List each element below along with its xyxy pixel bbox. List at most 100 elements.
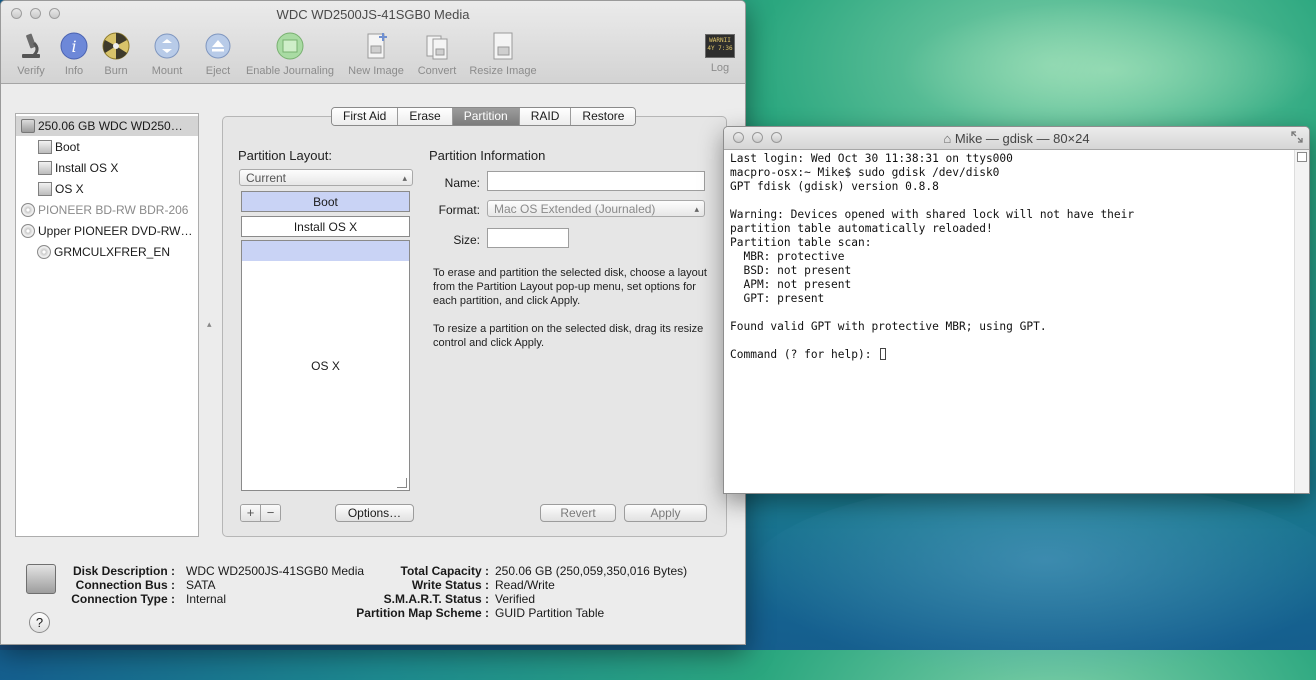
- toolbar-burn-label: Burn: [104, 65, 128, 77]
- partition-install-osx[interactable]: Install OS X: [241, 216, 410, 237]
- partition-layout-map: Boot Install OS X OS X: [241, 191, 410, 491]
- partition-layout-label: Partition Layout:: [238, 148, 332, 163]
- svg-text:i: i: [71, 37, 76, 56]
- text-cursor: [880, 348, 887, 360]
- tab-bar: First Aid Erase Partition RAID Restore: [331, 107, 637, 126]
- resize-image-icon: [493, 32, 513, 60]
- remove-partition-button[interactable]: −: [261, 505, 280, 521]
- partition-osx-label: OS X: [311, 359, 340, 373]
- name-field[interactable]: [487, 171, 705, 191]
- tab-first-aid[interactable]: First Aid: [332, 108, 399, 125]
- sidebar-item-label: 250.06 GB WDC WD250…: [38, 119, 183, 133]
- info-icon: i: [60, 32, 88, 60]
- format-label: Format:: [438, 203, 480, 217]
- toolbar-burn[interactable]: Burn: [101, 31, 131, 77]
- partition-map-scheme-key: Partition Map Scheme :: [356, 606, 489, 620]
- disc-icon: [37, 245, 51, 259]
- partition-selection: [242, 241, 409, 261]
- terminal-line: GPT: present: [730, 292, 825, 305]
- volume-icon: [38, 161, 52, 175]
- toolbar-convert[interactable]: Convert: [415, 31, 459, 77]
- fullscreen-icon[interactable]: [1291, 131, 1303, 143]
- terminal-title-text: Mike — gdisk — 80×24: [954, 131, 1090, 146]
- sidebar-item-install-osx[interactable]: Install OS X: [38, 158, 118, 178]
- sidebar-item-osx[interactable]: OS X: [38, 179, 84, 199]
- sidebar-item-boot[interactable]: Boot: [38, 137, 80, 157]
- tab-restore[interactable]: Restore: [571, 108, 636, 125]
- toolbar-info-label: Info: [64, 65, 84, 77]
- connection-type-value: Internal: [186, 592, 227, 606]
- size-field[interactable]: [487, 228, 569, 248]
- terminal-scrollbar[interactable]: [1294, 150, 1309, 493]
- home-icon: ⌂: [943, 131, 952, 146]
- toolbar-mount[interactable]: Mount: [148, 31, 186, 77]
- tab-erase[interactable]: Erase: [398, 108, 453, 125]
- journaling-icon: [276, 32, 304, 60]
- toolbar-eject-label: Eject: [205, 65, 231, 77]
- convert-icon: [426, 35, 448, 60]
- partition-map-scheme-value: GUID Partition Table: [495, 606, 605, 620]
- mount-icon: [154, 33, 180, 59]
- revert-button[interactable]: Revert: [540, 504, 616, 522]
- updown-arrow-icon: ▴: [402, 173, 407, 183]
- partition-osx[interactable]: OS X: [241, 240, 410, 491]
- terminal-prompt-line: Command (? for help):: [730, 348, 1295, 362]
- microscope-icon: [22, 33, 40, 58]
- toolbar-convert-label: Convert: [417, 65, 457, 77]
- toolbar-enable-journaling[interactable]: Enable Journaling: [243, 31, 337, 77]
- write-status-value: Read/Write: [495, 578, 555, 592]
- format-popup[interactable]: Mac OS Extended (Journaled) ▴: [487, 200, 705, 217]
- sidebar-item-label: Install OS X: [55, 161, 119, 175]
- terminal-line: Found valid GPT with protective MBR; usi…: [730, 320, 1047, 333]
- partition-layout-value: Current: [246, 171, 287, 185]
- volume-icon: [38, 140, 52, 154]
- split-view-handle[interactable]: ▴: [207, 319, 212, 330]
- scrollbar-thumb[interactable]: [1297, 152, 1307, 162]
- toolbar-new-image[interactable]: New Image: [346, 31, 406, 77]
- toolbar-new-image-label: New Image: [348, 65, 404, 77]
- toolbar-verify[interactable]: Verify: [11, 31, 51, 77]
- sidebar-item-pioneer-bd[interactable]: PIONEER BD-RW BDR-206: [21, 200, 188, 220]
- updown-arrow-icon: ▴: [694, 204, 699, 214]
- partition-layout-popup[interactable]: Current ▴: [239, 169, 413, 186]
- toolbar-info[interactable]: i Info: [59, 31, 89, 77]
- terminal-output[interactable]: Last login: Wed Oct 30 11:38:31 on ttys0…: [730, 152, 1295, 362]
- sidebar-item-disk[interactable]: 250.06 GB WDC WD250…: [16, 116, 198, 136]
- toolbar-resize-image-label: Resize Image: [469, 65, 537, 77]
- terminal-line: BSD: not present: [730, 264, 852, 277]
- tab-partition[interactable]: Partition: [452, 108, 520, 125]
- du-titlebar: WDC WD2500JS-41SGB0 Media Verify i Info: [1, 1, 745, 84]
- toolbar-verify-label: Verify: [17, 65, 45, 77]
- eject-icon: [205, 33, 231, 59]
- sidebar-item-pioneer-dvd[interactable]: Upper PIONEER DVD-RW…: [21, 221, 192, 241]
- toolbar-log[interactable]: WARNII 4Y 7:36 Log: [703, 31, 737, 74]
- toolbar-eject[interactable]: Eject: [202, 31, 234, 77]
- toolbar: Verify i Info Burn Mount Eject Enable Jo…: [1, 31, 745, 81]
- terminal-line: ​: [730, 334, 1295, 348]
- terminal-title: ⌂ Mike — gdisk — 80×24: [724, 131, 1309, 146]
- terminal-line: partition table automatically reloaded!: [730, 222, 993, 235]
- tab-raid[interactable]: RAID: [519, 108, 572, 125]
- erase-help-text: To erase and partition the selected disk…: [433, 267, 707, 307]
- apply-button[interactable]: Apply: [624, 504, 707, 522]
- help-button[interactable]: ?: [29, 612, 50, 633]
- terminal-line: macpro-osx:~ Mike$ sudo gdisk /dev/disk0: [730, 166, 1000, 179]
- log-icon: WARNII 4Y 7:36: [705, 34, 735, 58]
- terminal-line: Partition table scan:: [730, 236, 872, 249]
- toolbar-resize-image[interactable]: Resize Image: [467, 31, 539, 77]
- name-label: Name:: [444, 176, 480, 190]
- sidebar-item-label: OS X: [55, 182, 84, 196]
- add-partition-button[interactable]: +: [241, 505, 261, 521]
- partition-boot[interactable]: Boot: [241, 191, 410, 212]
- sidebar-item-label: GRMCULXFRER_EN: [54, 245, 171, 259]
- terminal-window: ⌂ Mike — gdisk — 80×24 Last login: Wed O…: [723, 126, 1310, 494]
- toolbar-enable-journaling-label: Enable Journaling: [245, 65, 335, 77]
- total-capacity-key: Total Capacity :: [400, 564, 489, 578]
- options-button[interactable]: Options…: [335, 504, 414, 522]
- write-status-key: Write Status :: [411, 578, 489, 592]
- toolbar-log-label: Log: [710, 62, 730, 74]
- partition-information-label: Partition Information: [429, 148, 546, 163]
- resize-handle-icon[interactable]: [397, 478, 407, 488]
- device-sidebar: 250.06 GB WDC WD250… Boot Install OS X O…: [15, 113, 199, 537]
- sidebar-item-grmculxfrer[interactable]: GRMCULXFRER_EN: [37, 242, 170, 262]
